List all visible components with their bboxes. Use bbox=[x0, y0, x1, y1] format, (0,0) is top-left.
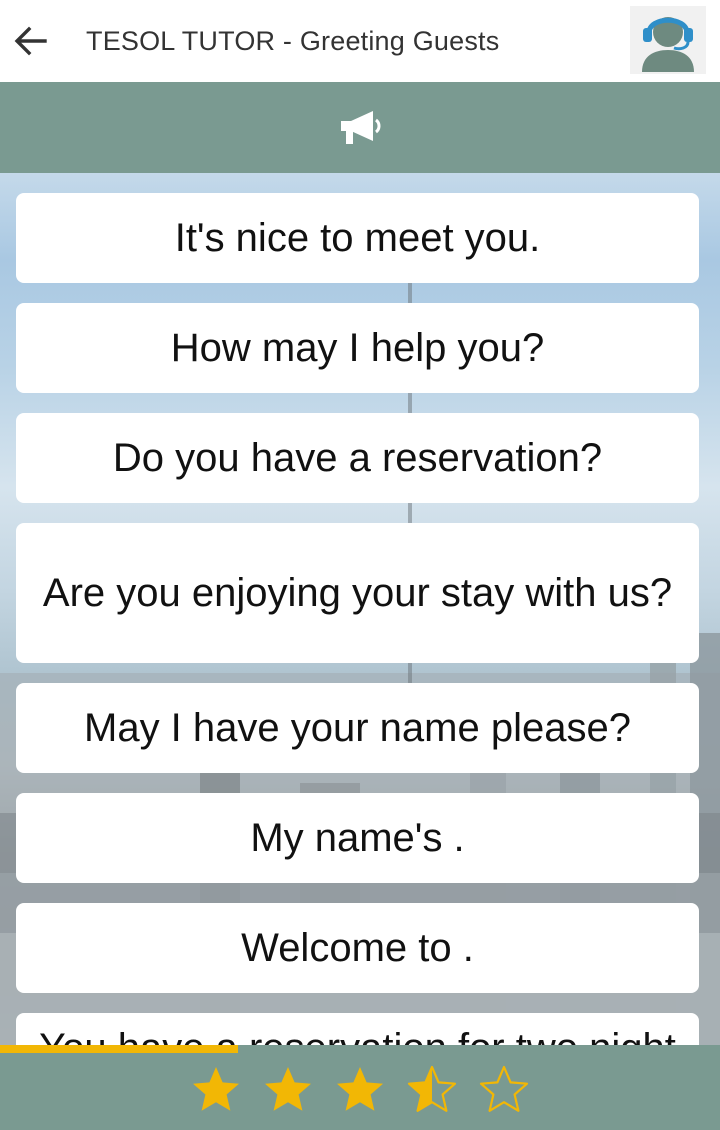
phrase-card[interactable]: How may I help you? bbox=[16, 303, 699, 393]
star-empty-icon[interactable] bbox=[478, 1064, 530, 1116]
phrase-text: May I have your name please? bbox=[84, 706, 631, 750]
progress-fill bbox=[0, 1045, 238, 1053]
phrase-card[interactable]: May I have your name please? bbox=[16, 683, 699, 773]
phrase-text: Welcome to . bbox=[241, 926, 474, 970]
phrase-text: My name's . bbox=[250, 816, 465, 860]
megaphone-icon bbox=[341, 110, 381, 144]
phrase-cards: It's nice to meet you. How may I help yo… bbox=[16, 193, 699, 1045]
page-title: TESOL TUTOR - Greeting Guests bbox=[86, 25, 500, 56]
phrase-card[interactable]: Are you enjoying your stay with us? bbox=[16, 523, 699, 663]
phrase-text: You have a reservation for two night bbox=[39, 1023, 676, 1045]
phrase-card[interactable]: Welcome to . bbox=[16, 903, 699, 993]
back-button[interactable] bbox=[0, 0, 60, 82]
phrase-text: Are you enjoying your stay with us? bbox=[42, 571, 673, 615]
phrase-text: Do you have a reservation? bbox=[112, 436, 603, 480]
phrase-card-partial[interactable]: You have a reservation for two night bbox=[16, 1013, 699, 1045]
audio-bar bbox=[0, 82, 720, 173]
phrase-card[interactable]: Do you have a reservation? bbox=[16, 413, 699, 503]
app-bar: TESOL TUTOR - Greeting Guests bbox=[0, 0, 720, 82]
support-agent-icon bbox=[630, 6, 706, 74]
play-audio-button[interactable] bbox=[330, 98, 390, 158]
star-half-icon[interactable] bbox=[406, 1064, 458, 1116]
phrase-text: It's nice to meet you. bbox=[174, 216, 541, 260]
star-filled-icon[interactable] bbox=[190, 1064, 242, 1116]
phrase-list-area: It's nice to meet you. How may I help yo… bbox=[0, 173, 720, 1045]
phrase-card[interactable]: It's nice to meet you. bbox=[16, 193, 699, 283]
rating-bar bbox=[0, 1045, 720, 1130]
star-rating[interactable] bbox=[190, 1064, 530, 1116]
progress-bar bbox=[0, 1045, 720, 1053]
star-filled-icon[interactable] bbox=[334, 1064, 386, 1116]
star-filled-icon[interactable] bbox=[262, 1064, 314, 1116]
phrase-card[interactable]: My name's . bbox=[16, 793, 699, 883]
phrase-text: How may I help you? bbox=[170, 326, 545, 370]
arrow-left-icon bbox=[14, 26, 47, 56]
avatar[interactable] bbox=[628, 5, 708, 75]
